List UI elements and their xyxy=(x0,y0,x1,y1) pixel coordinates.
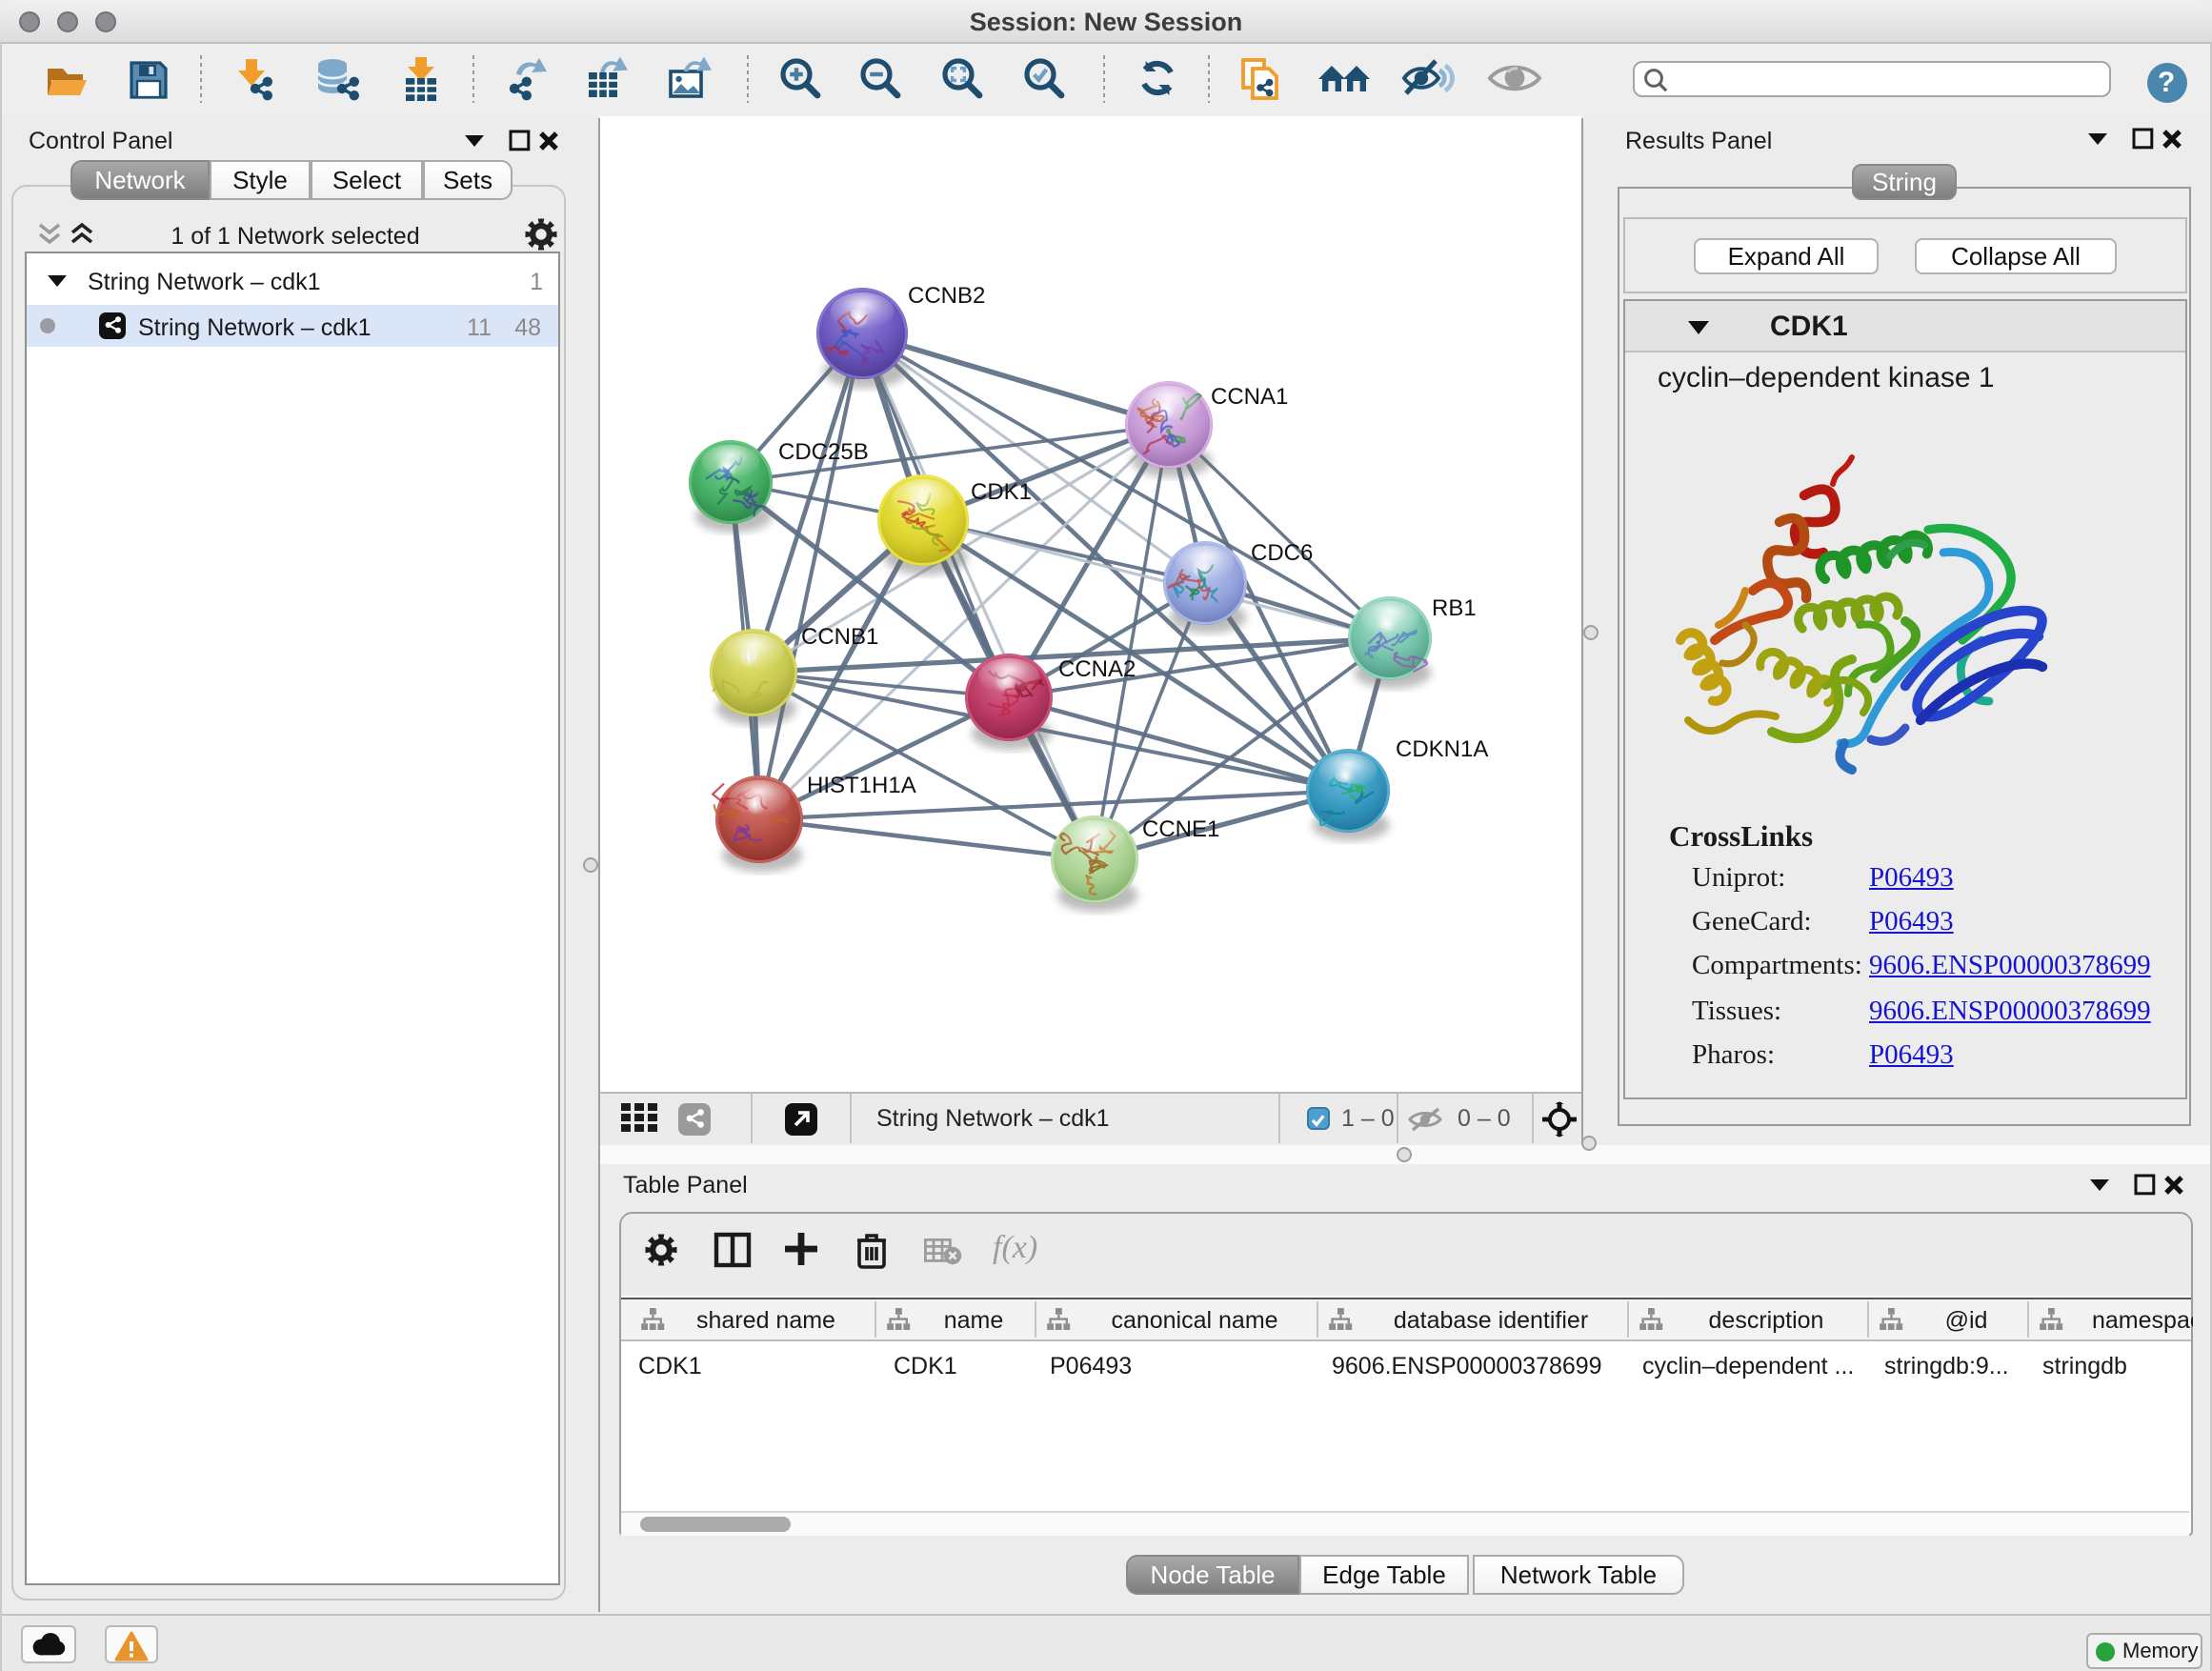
svg-text:CDKN1A: CDKN1A xyxy=(1395,736,1487,762)
svg-text:CDC25B: CDC25B xyxy=(777,439,868,465)
svg-text:CDK1: CDK1 xyxy=(970,479,1031,505)
svg-text:HIST1H1A: HIST1H1A xyxy=(806,773,915,798)
svg-text:CCNB1: CCNB1 xyxy=(800,624,877,650)
svg-text:CCNB2: CCNB2 xyxy=(907,283,984,309)
svg-text:CCNE1: CCNE1 xyxy=(1141,816,1218,842)
svg-text:CDC6: CDC6 xyxy=(1250,540,1312,566)
svg-text:CCNA2: CCNA2 xyxy=(1057,656,1135,682)
svg-text:RB1: RB1 xyxy=(1431,595,1476,621)
svg-text:CCNA1: CCNA1 xyxy=(1210,384,1287,410)
